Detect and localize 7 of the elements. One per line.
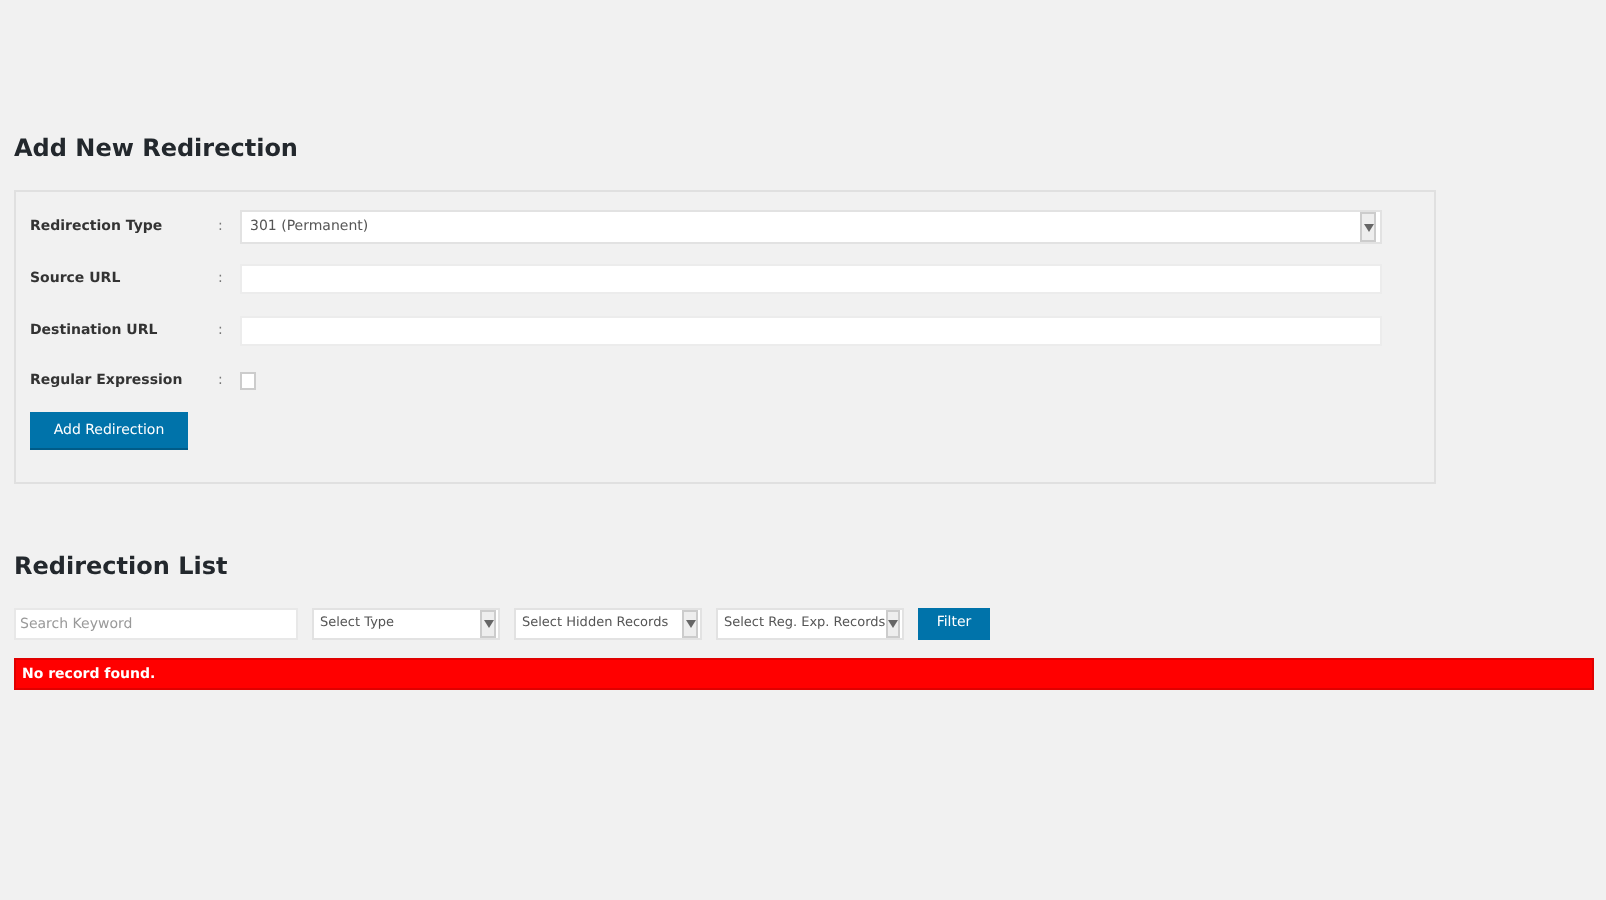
section-title: Add New Redirection bbox=[14, 132, 298, 164]
caret-icon bbox=[685, 619, 695, 627]
caret-icon bbox=[1363, 223, 1373, 231]
caret-icon bbox=[483, 619, 493, 627]
checkbox[interactable] bbox=[240, 371, 256, 389]
section-title: Redirection List bbox=[14, 550, 228, 582]
caret-icon bbox=[887, 619, 898, 627]
